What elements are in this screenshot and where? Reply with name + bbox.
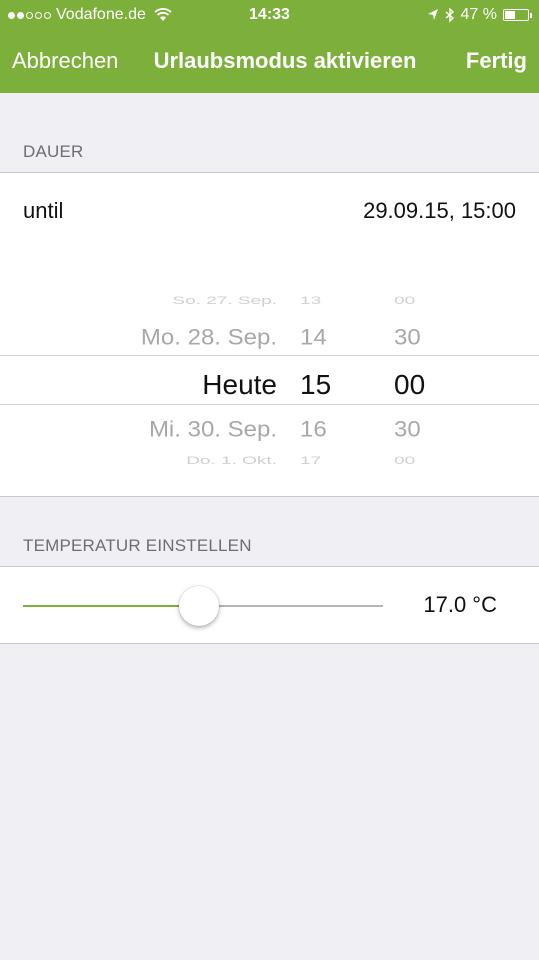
picker-day[interactable]: Mi. 30. Sep. bbox=[149, 417, 277, 443]
temperature-slider-thumb[interactable] bbox=[179, 586, 219, 626]
picker-hour[interactable]: 13 bbox=[300, 294, 321, 307]
picker-minute[interactable]: 00 bbox=[394, 454, 415, 467]
temperature-group: 17.0 °C bbox=[0, 566, 539, 644]
picker-hour[interactable]: 16 bbox=[300, 417, 327, 443]
until-label: until bbox=[23, 198, 64, 223]
battery-icon bbox=[503, 9, 532, 21]
until-value: 29.09.15, 15:00 bbox=[363, 198, 516, 223]
picker-day[interactable]: Mo. 28. Sep. bbox=[141, 325, 277, 351]
battery-percentage: 47 % bbox=[460, 6, 497, 23]
status-bar: Vodafone.de 14:33 47 % bbox=[0, 0, 539, 30]
picker-minute[interactable]: 00 bbox=[394, 369, 425, 401]
date-time-picker[interactable]: So. 27. Sep. 13 00 Mo. 28. Sep. 14 30 Heute 15 0… bbox=[0, 273, 539, 493]
top-bar: Vodafone.de 14:33 47 % Abbrechen Urlaubs… bbox=[0, 0, 539, 93]
picker-day[interactable]: Heute bbox=[202, 369, 277, 401]
until-row[interactable]: until 29.09.15, 15:00 bbox=[0, 173, 539, 249]
picker-day[interactable]: Do. 1. Okt. bbox=[186, 454, 277, 467]
picker-hour[interactable]: 15 bbox=[300, 369, 331, 401]
done-button[interactable]: Fertig bbox=[466, 48, 527, 74]
navigation-bar: Abbrechen Urlaubsmodus aktivieren Fertig bbox=[0, 30, 539, 93]
page-title: Urlaubsmodus aktivieren bbox=[153, 48, 417, 73]
duration-section-header: DAUER bbox=[23, 142, 84, 161]
picker-minute[interactable]: 30 bbox=[394, 417, 421, 443]
picker-minute[interactable]: 00 bbox=[394, 294, 415, 307]
picker-minute[interactable]: 30 bbox=[394, 325, 421, 351]
location-arrow-icon bbox=[427, 9, 438, 20]
bluetooth-icon bbox=[445, 7, 454, 23]
temperature-section-header: TEMPERATUR EINSTELLEN bbox=[23, 536, 252, 555]
picker-day[interactable]: So. 27. Sep. bbox=[172, 294, 277, 307]
temperature-row: 17.0 °C bbox=[0, 567, 539, 643]
duration-group: until 29.09.15, 15:00 So. 27. Sep. 13 00 Mo… bbox=[0, 172, 539, 497]
picker-hour[interactable]: 17 bbox=[300, 454, 321, 467]
picker-hour[interactable]: 14 bbox=[300, 325, 327, 351]
temperature-slider-fill bbox=[23, 605, 199, 607]
temperature-value: 17.0 °C bbox=[423, 592, 497, 617]
